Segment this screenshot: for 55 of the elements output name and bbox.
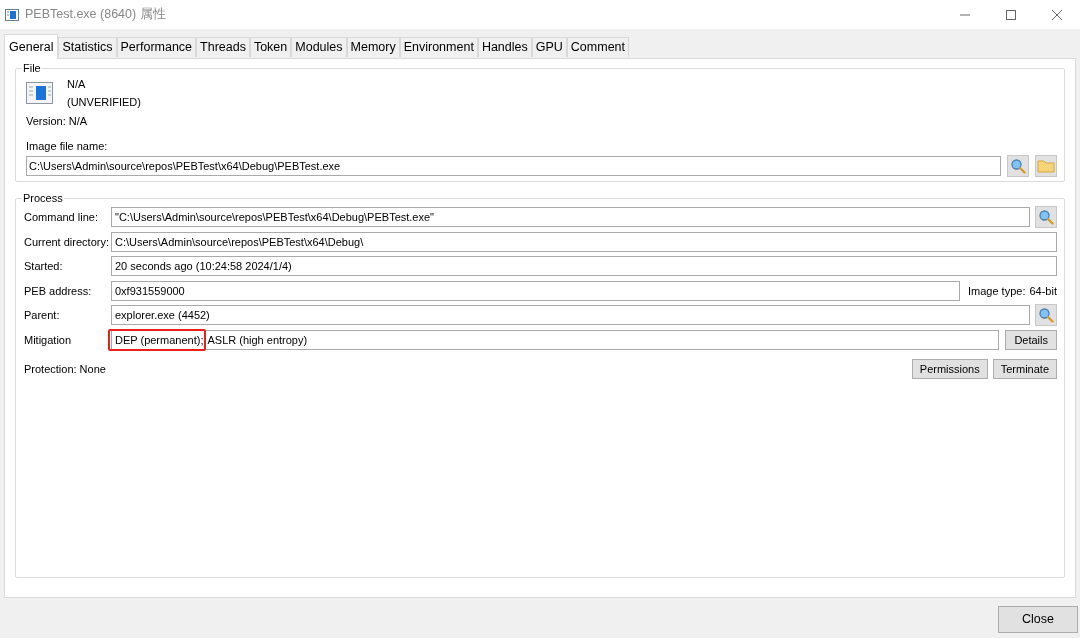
search-icon [1010, 157, 1026, 174]
value-text: C:\Users\Admin\source\repos\PEBTest\x64\Debug\ [114, 234, 365, 250]
version-value: N/A [68, 114, 88, 129]
tab[interactable]: Modules [291, 37, 347, 57]
search-icon [1038, 209, 1054, 226]
group-title: File [22, 62, 42, 75]
field-label: Parent: [24, 308, 61, 323]
tab[interactable]: Threads [196, 37, 250, 57]
field-label: PEB address: [24, 283, 93, 299]
value-text: explorer.exe (4452) [114, 308, 211, 323]
image-path-field[interactable]: C:\Users\Admin\source\repos\PEBTest\x64\Debug\PEBTest.exe [26, 155, 1001, 176]
version-label: Version: [26, 114, 66, 129]
tab[interactable]: Comment [566, 37, 630, 57]
value-field[interactable]: C:\Users\Admin\source\repos\PEBTest\x64\Debug\ [111, 231, 1057, 252]
value-text: ASLR (high entropy) [206, 332, 309, 348]
window-title: PEBTest.exe (8640) 属性 [25, 6, 166, 24]
search-button[interactable] [1007, 154, 1029, 177]
tab[interactable]: Statistics [58, 37, 117, 57]
tab[interactable]: Token [249, 37, 292, 57]
app-icon [5, 8, 19, 21]
tab[interactable]: General [4, 34, 59, 59]
tab[interactable]: Environment [399, 37, 478, 57]
highlighted-text: DEP (permanent); [108, 328, 207, 351]
protection-value: None [79, 361, 106, 377]
value-field[interactable]: explorer.exe (4452) [111, 305, 1030, 326]
action-button[interactable]: Permissions [911, 359, 988, 379]
details-button[interactable]: Details [1005, 329, 1057, 350]
tab[interactable]: GPU [531, 37, 567, 57]
folder-icon [1037, 158, 1055, 173]
image-type-value: 64-bit [1029, 283, 1057, 299]
protection-label: Protection: [24, 361, 77, 377]
action-button[interactable]: Terminate [992, 359, 1057, 379]
value-field[interactable]: "C:\Users\Admin\source\repos\PEBTest\x64\Debug\PEBTest.exe" [111, 207, 1030, 228]
value-text: 0xf931559000 [114, 283, 186, 299]
close-button[interactable]: Close [998, 606, 1078, 633]
field-label: Current directory: [24, 234, 106, 250]
file-name: N/A [67, 77, 87, 91]
value-field[interactable]: 0xf931559000 [111, 280, 960, 301]
field-label: Command line: [24, 210, 99, 225]
search-icon [1038, 307, 1054, 324]
verification-status: (UNVERIFIED) [67, 95, 141, 109]
value-field[interactable]: DEP (permanent); ASLR (high entropy) [111, 329, 1000, 350]
search-button[interactable] [1035, 304, 1057, 327]
value-field[interactable]: 20 seconds ago (10:24:58 2024/1/4) [111, 256, 1057, 277]
field-label: Started: [24, 259, 64, 274]
field-label: Mitigation [24, 332, 73, 348]
image-file-label: Image file name: [26, 139, 109, 153]
tab[interactable]: Memory [346, 37, 400, 57]
group-title: Process [22, 192, 64, 205]
image-type-label: Image type: [968, 283, 1026, 299]
tab[interactable]: Handles [477, 37, 532, 57]
value-text: 20 seconds ago (10:24:58 2024/1/4) [114, 259, 293, 274]
search-button[interactable] [1035, 206, 1057, 229]
tab[interactable]: Performance [116, 37, 197, 57]
value-text: "C:\Users\Admin\source\repos\PEBTest\x64\Debug\PEBTest.exe" [114, 210, 435, 225]
